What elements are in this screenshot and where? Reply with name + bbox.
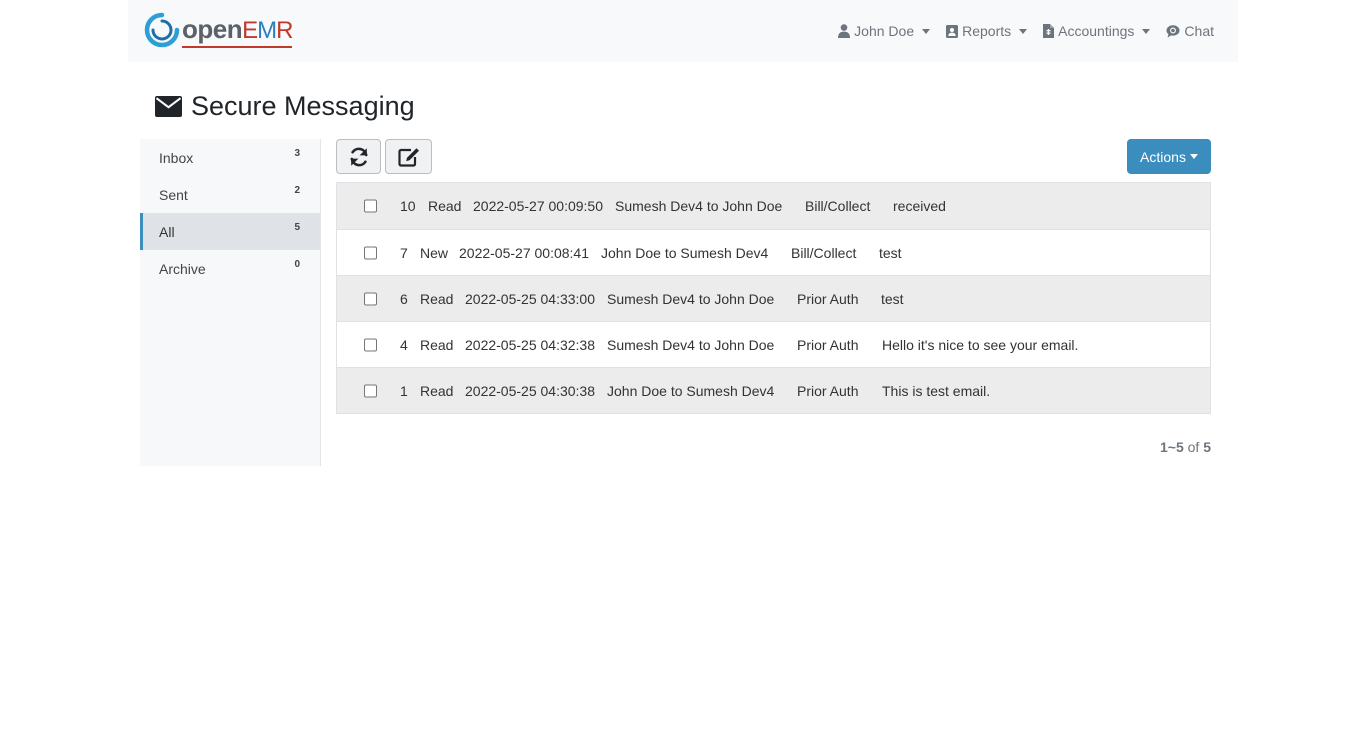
user-menu[interactable]: John Doe xyxy=(838,23,931,39)
message-subject: This is test email. xyxy=(882,382,991,399)
message-route: John Doe to Sumesh Dev4 xyxy=(607,382,775,399)
message-row[interactable]: 10 Read 2022-05-27 00:09:50 Sumesh Dev4 … xyxy=(337,183,1210,229)
message-category: Bill/Collect xyxy=(791,244,857,261)
logo-emr-r: R xyxy=(276,17,293,44)
message-list: 10 Read 2022-05-27 00:09:50 Sumesh Dev4 … xyxy=(336,182,1211,414)
logo-mark-icon xyxy=(144,12,180,48)
message-date: 2022-05-25 04:30:38 xyxy=(465,382,595,399)
compose-icon xyxy=(397,147,419,167)
row-checkbox[interactable] xyxy=(364,338,377,351)
message-date: 2022-05-27 00:08:41 xyxy=(459,244,589,261)
message-row[interactable]: 4 Read 2022-05-25 04:32:38 Sumesh Dev4 t… xyxy=(337,321,1210,367)
logo-emr-m: M xyxy=(257,17,277,44)
reports-icon xyxy=(946,24,959,38)
accountings-menu-label: Accountings xyxy=(1058,23,1135,39)
folder-sidebar: Inbox 3 Sent 2 All 5 Archive 0 xyxy=(140,139,321,466)
reports-menu-label: Reports xyxy=(962,23,1012,39)
message-id: 4 xyxy=(400,336,408,353)
logo-underline xyxy=(182,46,293,48)
message-status: Read xyxy=(420,336,454,353)
message-category: Prior Auth xyxy=(797,290,859,307)
message-category: Prior Auth xyxy=(797,382,859,399)
accountings-icon xyxy=(1043,24,1055,38)
user-icon xyxy=(838,24,851,38)
message-row[interactable]: 6 Read 2022-05-25 04:33:00 Sumesh Dev4 t… xyxy=(337,275,1210,321)
refresh-icon xyxy=(350,147,367,166)
message-row[interactable]: 1 Read 2022-05-25 04:30:38 John Doe to S… xyxy=(337,367,1210,413)
pagination-range: 1~5 xyxy=(1159,439,1184,455)
message-status: Read xyxy=(420,382,454,399)
chevron-down-icon xyxy=(1189,154,1198,159)
row-checkbox[interactable] xyxy=(364,384,377,397)
message-id: 6 xyxy=(400,290,408,307)
row-checkbox[interactable] xyxy=(364,246,377,259)
logo-emr-text: EMR xyxy=(242,17,293,44)
chat-icon xyxy=(1166,24,1180,37)
chevron-down-icon xyxy=(1019,28,1028,34)
reports-menu[interactable]: Reports xyxy=(946,23,1028,39)
message-status: New xyxy=(420,244,449,261)
accountings-menu[interactable]: Accountings xyxy=(1043,23,1151,39)
logo-emr-e: E xyxy=(242,17,258,44)
message-status: Read xyxy=(420,290,454,307)
folder-count-badge: 5 xyxy=(294,222,300,233)
folder-archive[interactable]: Archive 0 xyxy=(140,250,320,287)
message-row[interactable]: 7 New 2022-05-27 00:08:41 John Doe to Su… xyxy=(337,229,1210,275)
page-title-text: Secure Messaging xyxy=(191,90,415,121)
compose-button[interactable] xyxy=(385,139,432,174)
folder-sent[interactable]: Sent 2 xyxy=(140,176,320,213)
folder-label: Archive xyxy=(159,260,206,277)
message-route: Sumesh Dev4 to John Doe xyxy=(607,336,775,353)
message-route: Sumesh Dev4 to John Doe xyxy=(607,290,775,307)
message-subject: Hello it's nice to see your email. xyxy=(882,336,1079,353)
folder-count-badge: 0 xyxy=(294,259,300,270)
chevron-down-icon xyxy=(922,28,931,34)
message-status: Read xyxy=(428,198,462,214)
folder-label: All xyxy=(159,223,175,240)
pagination-total: 5 xyxy=(1203,439,1211,455)
pagination-of: of xyxy=(1187,439,1200,455)
folder-label: Sent xyxy=(159,186,188,203)
message-id: 7 xyxy=(400,244,408,261)
chat-link[interactable]: Chat xyxy=(1166,23,1214,39)
chat-link-label: Chat xyxy=(1184,23,1214,39)
folder-all[interactable]: All 5 xyxy=(140,213,320,250)
chevron-down-icon xyxy=(1142,28,1151,34)
message-id: 1 xyxy=(400,382,408,399)
message-date: 2022-05-25 04:32:38 xyxy=(465,336,595,353)
message-category: Bill/Collect xyxy=(805,198,871,214)
row-checkbox[interactable] xyxy=(364,199,377,213)
message-date: 2022-05-25 04:33:00 xyxy=(465,290,595,307)
message-route: John Doe to Sumesh Dev4 xyxy=(601,244,769,261)
user-menu-label: John Doe xyxy=(854,23,915,39)
openemr-logo[interactable]: open EMR xyxy=(144,12,293,48)
folder-count-badge: 2 xyxy=(294,185,300,196)
logo-wordmark: open EMR xyxy=(182,14,293,48)
nav-menu: John Doe Reports Accountings Chat xyxy=(838,0,1214,62)
refresh-button[interactable] xyxy=(336,139,381,174)
message-subject: received xyxy=(893,198,946,214)
message-date: 2022-05-27 00:09:50 xyxy=(473,198,603,214)
folder-label: Inbox xyxy=(159,149,194,166)
message-subject: test xyxy=(879,244,902,261)
page-title: Secure Messaging xyxy=(155,88,415,124)
row-checkbox[interactable] xyxy=(364,292,377,305)
message-route: Sumesh Dev4 to John Doe xyxy=(615,198,783,214)
pagination-info: 1~5 of 5 xyxy=(1160,439,1211,455)
message-subject: test xyxy=(881,290,904,307)
folder-count-badge: 3 xyxy=(294,148,300,159)
message-category: Prior Auth xyxy=(797,336,859,353)
top-navbar: open EMR John Doe Reports Accountings Ch… xyxy=(128,0,1238,62)
folder-inbox[interactable]: Inbox 3 xyxy=(140,139,320,176)
envelope-icon xyxy=(155,95,182,117)
message-id: 10 xyxy=(400,198,416,214)
actions-label: Actions xyxy=(1140,148,1186,165)
logo-open-text: open xyxy=(182,14,243,44)
actions-dropdown-button[interactable]: Actions xyxy=(1127,139,1211,174)
